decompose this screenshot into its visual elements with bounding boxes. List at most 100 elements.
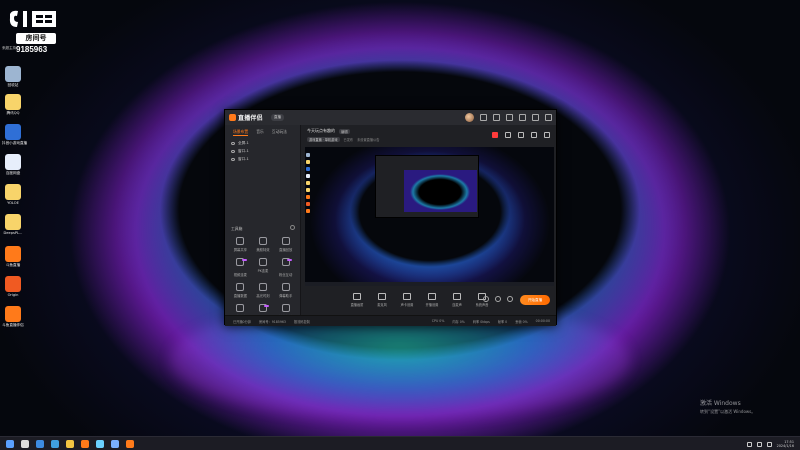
status-room[interactable]: 房间号：9185963	[259, 319, 286, 324]
status-cpu: CPU 0%	[431, 319, 445, 323]
control-item[interactable]: 连麦声	[450, 293, 464, 307]
desktop-icon[interactable]: DeepsPL...	[2, 214, 24, 236]
status-live-time: 已开播0分钟	[233, 319, 251, 324]
task-view-icon[interactable]	[36, 440, 44, 448]
edit-title-button[interactable]: 编辑	[339, 128, 350, 134]
live-preview[interactable]	[305, 147, 554, 286]
tool-item[interactable]: 视频连麦	[229, 258, 252, 277]
desktop-icon[interactable]: Origin	[2, 276, 24, 298]
tool-item[interactable]: 高光时刻	[252, 283, 275, 298]
tool-label: 直播回放	[279, 248, 293, 252]
control-item[interactable]: 开播设置	[425, 293, 439, 307]
user-avatar[interactable]	[465, 113, 474, 122]
mail-icon[interactable]	[480, 114, 487, 121]
status-drop: 丢帧 0%	[515, 319, 528, 324]
start-icon[interactable]	[6, 440, 14, 448]
stream-title[interactable]: 今天玩点有趣的	[307, 128, 335, 134]
tool-item[interactable]: 屏幕共享	[229, 237, 252, 252]
control-item[interactable]: 麦克风	[375, 293, 389, 307]
notice-status[interactable]: 未设置直播公告	[357, 137, 379, 142]
tab-music[interactable]: 音乐	[256, 129, 264, 136]
clock[interactable]: 17:51 2024/1/16	[777, 440, 794, 448]
source-item[interactable]: 全屏-1	[225, 138, 300, 146]
screenshot-icon[interactable]	[531, 132, 537, 138]
publish-status: 已发布	[343, 138, 354, 142]
control-item[interactable]: 直播画质	[350, 293, 364, 307]
new-badge	[264, 305, 270, 307]
live-companion-window[interactable]: 直播伴侣 直播 场景布置 音乐 互动玩法 全屏-1 窗口-1 窗口-1 工具箱 …	[224, 109, 557, 326]
eye-icon[interactable]	[231, 150, 235, 153]
desktop-icon[interactable]: 斗鱼直播	[2, 246, 24, 268]
lock-icon[interactable]	[505, 132, 511, 138]
tool-label: 屏幕共享	[233, 248, 247, 252]
tool-item[interactable]: 直播数据	[229, 283, 252, 298]
app-logo: 直播伴侣	[229, 113, 263, 122]
live-companion-icon[interactable]	[126, 440, 134, 448]
broadcast-settings-icon	[428, 293, 436, 300]
desktop-icon-label: 斗鱼直播伴侣	[2, 323, 24, 327]
volume-icon[interactable]	[766, 441, 772, 447]
menu-icon[interactable]	[506, 114, 513, 121]
new-badge	[241, 259, 247, 261]
system-tray: 17:51 2024/1/16	[746, 440, 794, 448]
tool-icon	[281, 283, 290, 291]
edge-icon[interactable]	[51, 440, 59, 448]
app-icon[interactable]	[111, 440, 119, 448]
maximize-icon[interactable]	[532, 114, 539, 121]
preview-nested-preview	[404, 170, 477, 212]
desktop-icon[interactable]: 百度网盘	[2, 154, 24, 176]
search-icon[interactable]	[21, 440, 29, 448]
desktop-icon[interactable]: 斗鱼直播伴侣	[2, 306, 24, 328]
fullscreen-icon[interactable]	[544, 132, 550, 138]
tool-item[interactable]: 直播回放	[274, 237, 297, 252]
douyu-icon[interactable]	[81, 440, 89, 448]
record-icon[interactable]	[492, 132, 498, 138]
toolbox-title: 工具箱	[231, 226, 243, 231]
tool-item[interactable]: 美颜特效	[252, 237, 275, 252]
close-icon[interactable]	[545, 114, 552, 121]
eye-icon[interactable]	[231, 142, 235, 145]
tool-label: PK连麦	[257, 269, 269, 273]
start-live-button[interactable]: 开始直播	[520, 295, 550, 305]
preview-desktop-icons	[306, 153, 311, 216]
desktop-icon[interactable]: YOLOE	[2, 184, 24, 206]
tool-icon	[236, 283, 245, 291]
minimize-icon[interactable]	[519, 114, 526, 121]
tool-icon	[281, 304, 290, 312]
status-stream-key[interactable]: 推流码复制	[294, 319, 310, 324]
tab-scene[interactable]: 场景布置	[233, 129, 249, 136]
source-item[interactable]: 窗口-1	[225, 146, 300, 154]
settings-icon[interactable]	[507, 296, 513, 302]
title-bar[interactable]: 直播伴侣 直播	[225, 110, 556, 125]
layout-icon[interactable]	[518, 132, 524, 138]
gear-icon[interactable]	[290, 225, 295, 230]
window-controls	[465, 113, 552, 122]
douyu-logo	[9, 10, 56, 28]
desktop-icon[interactable]: 腾讯QQ	[2, 94, 24, 116]
microphone-icon	[378, 293, 386, 300]
network-icon[interactable]	[756, 441, 762, 447]
tool-item[interactable]: 粉丝互动	[274, 258, 297, 277]
effect-icon[interactable]	[495, 296, 501, 302]
new-badge	[287, 259, 293, 261]
left-panel: 场景布置 音乐 互动玩法 全屏-1 窗口-1 窗口-1 工具箱 屏幕共享 美颜特效…	[225, 125, 301, 323]
desktop-icon[interactable]: 抖音小游戏直播	[2, 124, 27, 146]
desktop-icon[interactable]: 回收站	[2, 66, 24, 88]
camera-icon[interactable]	[483, 296, 489, 302]
chevron-up-icon[interactable]	[746, 441, 752, 447]
skin-icon[interactable]	[493, 114, 500, 121]
status-bar: 已开播0分钟 房间号：9185963 推流码复制 CPU 0% 内存 0% 码率…	[225, 315, 556, 326]
watermark-line2: 转到“设置”以激活 Windows。	[700, 409, 756, 414]
control-item[interactable]: 声卡设置	[400, 293, 414, 307]
eye-icon[interactable]	[231, 158, 235, 161]
app-logo-icon	[229, 114, 236, 121]
tool-item[interactable]: PK连麦	[252, 258, 275, 277]
version-badge[interactable]: 直播	[271, 114, 284, 121]
tool-label: 视频连麦	[233, 273, 247, 277]
source-item[interactable]: 窗口-1	[225, 154, 300, 162]
tab-interactive[interactable]: 互动玩法	[272, 129, 287, 136]
tool-item[interactable]: 弹幕助手	[274, 283, 297, 298]
file-explorer-icon[interactable]	[66, 440, 74, 448]
app-icon[interactable]	[96, 440, 104, 448]
category-chip[interactable]: 游戏直播 · 单机游戏	[307, 137, 340, 142]
